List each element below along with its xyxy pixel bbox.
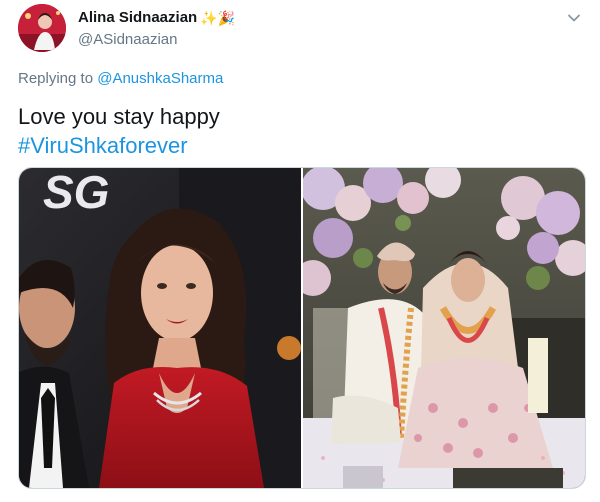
author-name-row: Alina Sidnaazian ✨🎉 bbox=[78, 9, 235, 26]
sparkles-party-emoji: ✨🎉 bbox=[200, 9, 236, 26]
tweet-options-button[interactable] bbox=[564, 8, 584, 28]
author-handle[interactable]: @ASidnaazian bbox=[78, 31, 177, 48]
tweet-card: Alina Sidnaazian ✨🎉 @ASidnaazian Replyin… bbox=[0, 0, 600, 502]
media-grid: SG bbox=[18, 167, 586, 489]
author-display-name[interactable]: Alina Sidnaazian bbox=[78, 9, 197, 26]
photo-event-couple[interactable]: SG bbox=[19, 168, 303, 488]
event-logo-text: SG bbox=[43, 168, 109, 218]
hashtag-link[interactable]: #ViruShkaforever bbox=[18, 131, 220, 160]
tweet-text: Love you stay happy #ViruShkaforever bbox=[18, 102, 220, 160]
avatar[interactable] bbox=[18, 4, 66, 52]
tweet-body: Love you stay happy bbox=[18, 104, 220, 129]
chevron-down-icon bbox=[568, 14, 580, 22]
replying-to: Replying to @AnushkaSharma bbox=[18, 70, 223, 87]
replying-to-label: Replying to bbox=[18, 70, 98, 87]
mention-link[interactable]: @AnushkaSharma bbox=[97, 70, 223, 87]
photo-wedding[interactable] bbox=[303, 168, 585, 488]
